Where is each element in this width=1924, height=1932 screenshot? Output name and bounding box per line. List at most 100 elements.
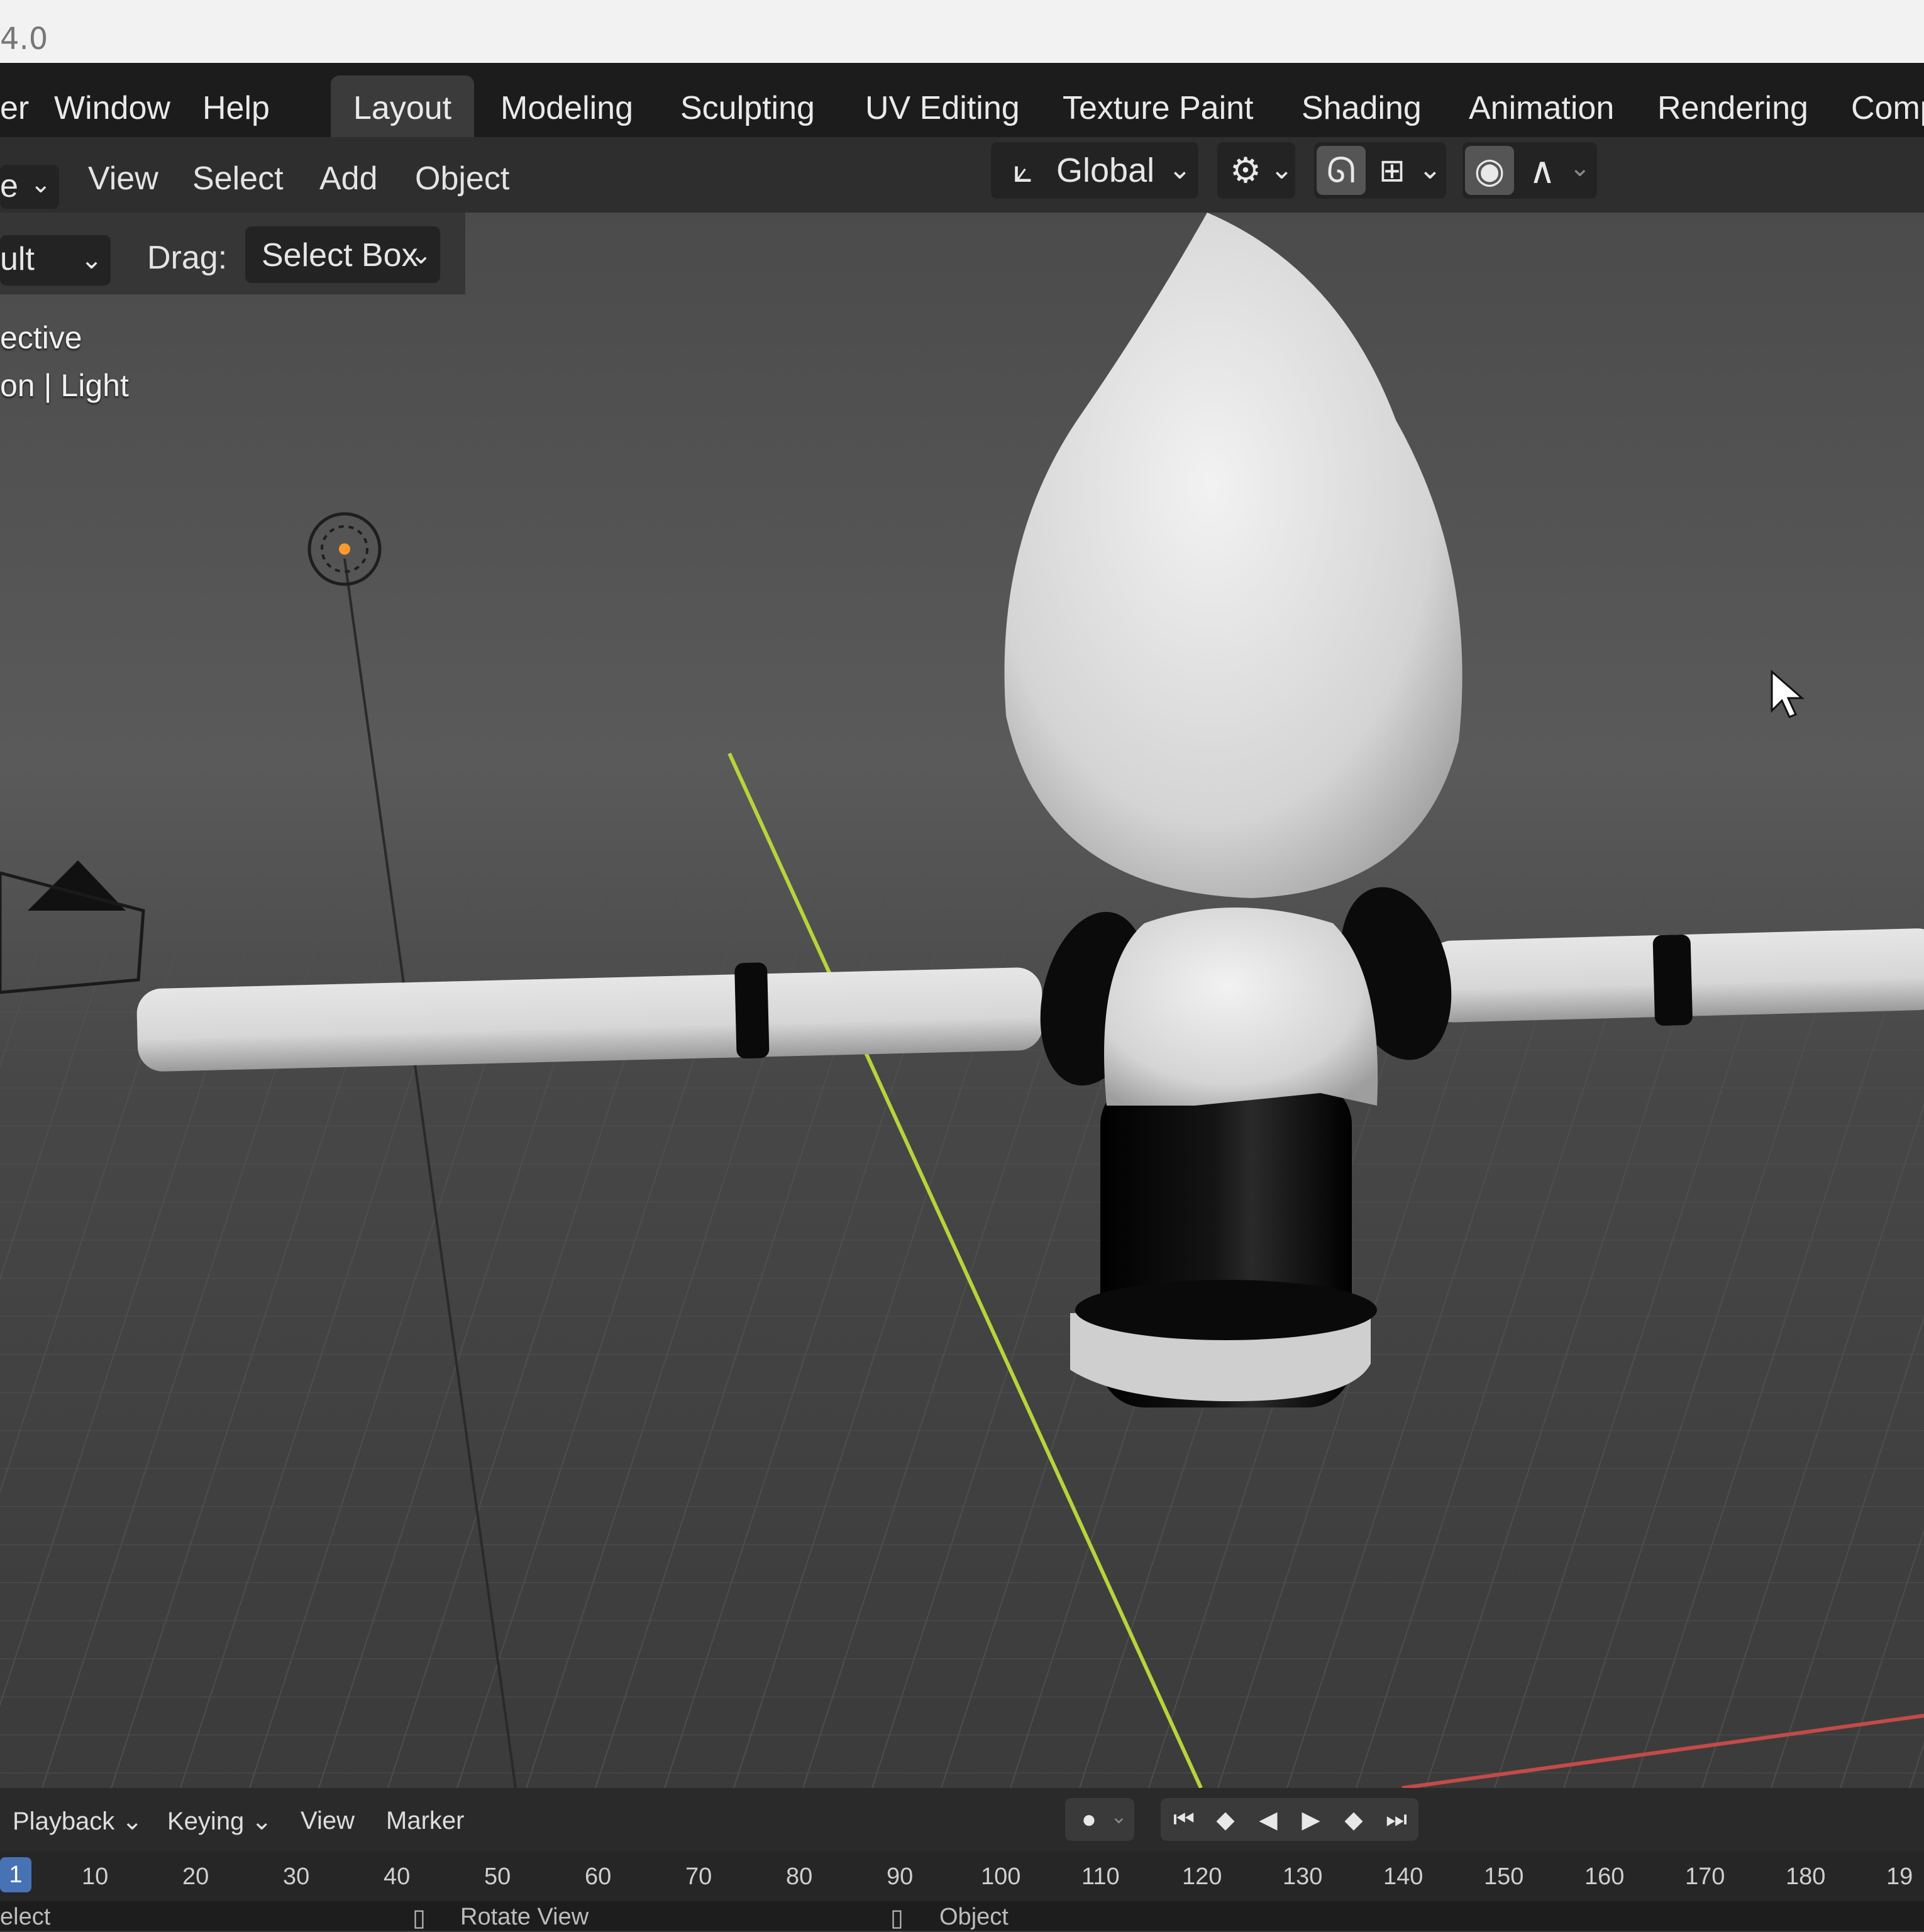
pivot-icon: ⚙ bbox=[1229, 150, 1262, 190]
frame-tick: 10 bbox=[82, 1863, 109, 1890]
chevron-down-icon: ⌄ bbox=[80, 245, 103, 274]
status-object-hint: Object bbox=[939, 1904, 1009, 1930]
menu-view[interactable]: View bbox=[88, 160, 158, 197]
overlay-collection: on bbox=[0, 368, 35, 403]
frame-tick: 100 bbox=[981, 1863, 1021, 1890]
mouse-right-icon: ▯ bbox=[890, 1905, 904, 1931]
frame-tick: 120 bbox=[1182, 1863, 1222, 1890]
menu-select[interactable]: Select bbox=[192, 160, 284, 197]
title-bar: 4.0 bbox=[0, 0, 1924, 63]
mouse-cursor-icon bbox=[1771, 669, 1805, 718]
orientation-axes-icon: ⟀ bbox=[1012, 151, 1034, 189]
chevron-down-icon: ⌄ bbox=[1569, 154, 1591, 182]
menu-window[interactable]: Window bbox=[54, 89, 170, 127]
falloff-curve-icon[interactable]: ∧ bbox=[1520, 147, 1564, 194]
overlay-separator: | bbox=[43, 368, 61, 403]
status-select-hint: elect bbox=[0, 1904, 51, 1930]
mode-dropdown-label: e bbox=[0, 168, 18, 204]
chevron-down-icon: ⌄ bbox=[410, 240, 433, 269]
prev-keyframe-icon[interactable]: ◆ bbox=[1206, 1801, 1245, 1838]
head[interactable] bbox=[1004, 213, 1462, 898]
tool-settings-bar: ult ⌄ Drag: Select Box ⌄ bbox=[0, 213, 465, 294]
menu-playback-label: Playback bbox=[13, 1807, 115, 1835]
tab-layout[interactable]: Layout bbox=[331, 75, 475, 141]
tab-rendering[interactable]: Rendering bbox=[1657, 89, 1808, 127]
jump-end-icon[interactable]: ⏭ bbox=[1377, 1801, 1416, 1838]
tab-modeling[interactable]: Modeling bbox=[500, 89, 633, 127]
chevron-down-icon: ⌄ bbox=[1418, 154, 1442, 185]
status-rotate-view-hint: Rotate View bbox=[460, 1904, 589, 1930]
right-arm[interactable] bbox=[1427, 928, 1924, 1026]
menu-playback[interactable]: Playback ⌄ bbox=[13, 1807, 143, 1836]
playback-controls: ⏮ ◆ ◀ ▶ ◆ ⏭ bbox=[1161, 1798, 1418, 1841]
auto-keying-toggle[interactable]: ● ⌄ bbox=[1065, 1798, 1134, 1841]
tab-shading[interactable]: Shading bbox=[1302, 89, 1422, 127]
chevron-down-icon: ⌄ bbox=[121, 1807, 143, 1835]
snapping-group[interactable]: ᘏ ⊞ ⌄ bbox=[1314, 142, 1446, 199]
transform-orientation-dropdown[interactable]: ⟀ Global ⌄ bbox=[991, 142, 1198, 199]
chevron-down-icon: ⌄ bbox=[1270, 154, 1293, 185]
frame-tick: 40 bbox=[384, 1863, 411, 1890]
status-bar: elect ▯ Rotate View ▯ Object bbox=[0, 1901, 1924, 1931]
frame-tick: 150 bbox=[1484, 1863, 1524, 1890]
tab-sculpting[interactable]: Sculpting bbox=[680, 89, 815, 127]
menu-add[interactable]: Add bbox=[319, 160, 378, 197]
menu-help[interactable]: Help bbox=[202, 89, 270, 127]
base-plate[interactable] bbox=[1070, 1280, 1377, 1401]
tab-uv-editing[interactable]: UV Editing bbox=[865, 89, 1020, 127]
orientation-default-label: ult bbox=[0, 241, 35, 277]
tab-compositing[interactable]: Comp bbox=[1851, 89, 1924, 127]
orientation-default-dropdown[interactable]: ult ⌄ bbox=[0, 235, 111, 286]
frame-tick: 90 bbox=[887, 1863, 914, 1890]
frame-tick: 60 bbox=[585, 1863, 612, 1890]
mode-dropdown[interactable]: e ⌄ bbox=[0, 165, 59, 209]
top-menubar: er Window Help Layout Modeling Sculpting… bbox=[0, 63, 1924, 141]
frame-tick: 80 bbox=[786, 1863, 813, 1890]
light-object[interactable] bbox=[307, 512, 382, 586]
frame-tick: 50 bbox=[484, 1863, 511, 1890]
frame-tick: 140 bbox=[1383, 1863, 1424, 1890]
current-frame-indicator[interactable]: 1 bbox=[0, 1857, 31, 1892]
viewport-scene bbox=[0, 213, 1924, 1788]
drag-value-label: Select Box bbox=[262, 237, 418, 274]
overlay-object: Light bbox=[60, 368, 129, 403]
menu-keying-label: Keying bbox=[167, 1807, 245, 1835]
frame-tick: 30 bbox=[283, 1863, 310, 1890]
frame-tick: 70 bbox=[685, 1863, 712, 1890]
timeline-ruler[interactable]: 1 10 20 30 40 50 60 70 80 90 100 110 120… bbox=[0, 1851, 1924, 1901]
chevron-down-icon: ⌄ bbox=[30, 170, 52, 198]
tab-animation[interactable]: Animation bbox=[1469, 89, 1614, 127]
record-icon: ● bbox=[1081, 1805, 1097, 1833]
mouse-middle-icon: ▯ bbox=[412, 1905, 426, 1931]
proportional-circle-icon[interactable]: ◉ bbox=[1465, 146, 1514, 195]
proportional-editing-group[interactable]: ◉ ∧ ⌄ bbox=[1462, 142, 1597, 199]
frame-tick: 110 bbox=[1081, 1863, 1120, 1890]
menu-marker[interactable]: Marker bbox=[386, 1807, 464, 1835]
app-version: 4.0 bbox=[0, 21, 48, 57]
3d-viewport[interactable]: ective on | Light bbox=[0, 213, 1924, 1788]
frame-tick: 130 bbox=[1283, 1863, 1323, 1890]
viewport-overlay-line2: on | Light bbox=[0, 367, 129, 404]
menu-render[interactable]: er bbox=[0, 89, 29, 127]
frame-tick: 170 bbox=[1685, 1863, 1725, 1890]
menu-timeline-view[interactable]: View bbox=[301, 1807, 355, 1835]
play-icon[interactable]: ▶ bbox=[1291, 1801, 1330, 1838]
menu-object[interactable]: Object bbox=[415, 160, 509, 197]
viewport-header: e ⌄ View Select Add Object ⟀ Global ⌄ ⚙ … bbox=[0, 137, 1924, 213]
play-reverse-icon[interactable]: ◀ bbox=[1249, 1801, 1288, 1838]
menu-keying[interactable]: Keying ⌄ bbox=[167, 1807, 272, 1836]
pivot-point-dropdown[interactable]: ⚙ ⌄ bbox=[1217, 142, 1295, 199]
next-keyframe-icon[interactable]: ◆ bbox=[1334, 1801, 1373, 1838]
frame-tick: 160 bbox=[1584, 1863, 1625, 1890]
snap-increment-icon[interactable]: ⊞ bbox=[1368, 148, 1416, 192]
chevron-down-icon: ⌄ bbox=[1110, 1805, 1127, 1828]
drag-select-box-dropdown[interactable]: Select Box ⌄ bbox=[245, 226, 440, 283]
jump-start-icon[interactable]: ⏮ bbox=[1164, 1801, 1203, 1838]
torso[interactable] bbox=[1104, 908, 1378, 1106]
chevron-down-icon: ⌄ bbox=[1168, 154, 1191, 185]
frame-tick: 19 bbox=[1886, 1863, 1913, 1890]
drag-label: Drag: bbox=[147, 240, 228, 276]
chevron-down-icon: ⌄ bbox=[251, 1807, 272, 1835]
magnet-icon[interactable]: ᘏ bbox=[1317, 146, 1366, 195]
tab-texture-paint[interactable]: Texture Paint bbox=[1063, 89, 1254, 127]
